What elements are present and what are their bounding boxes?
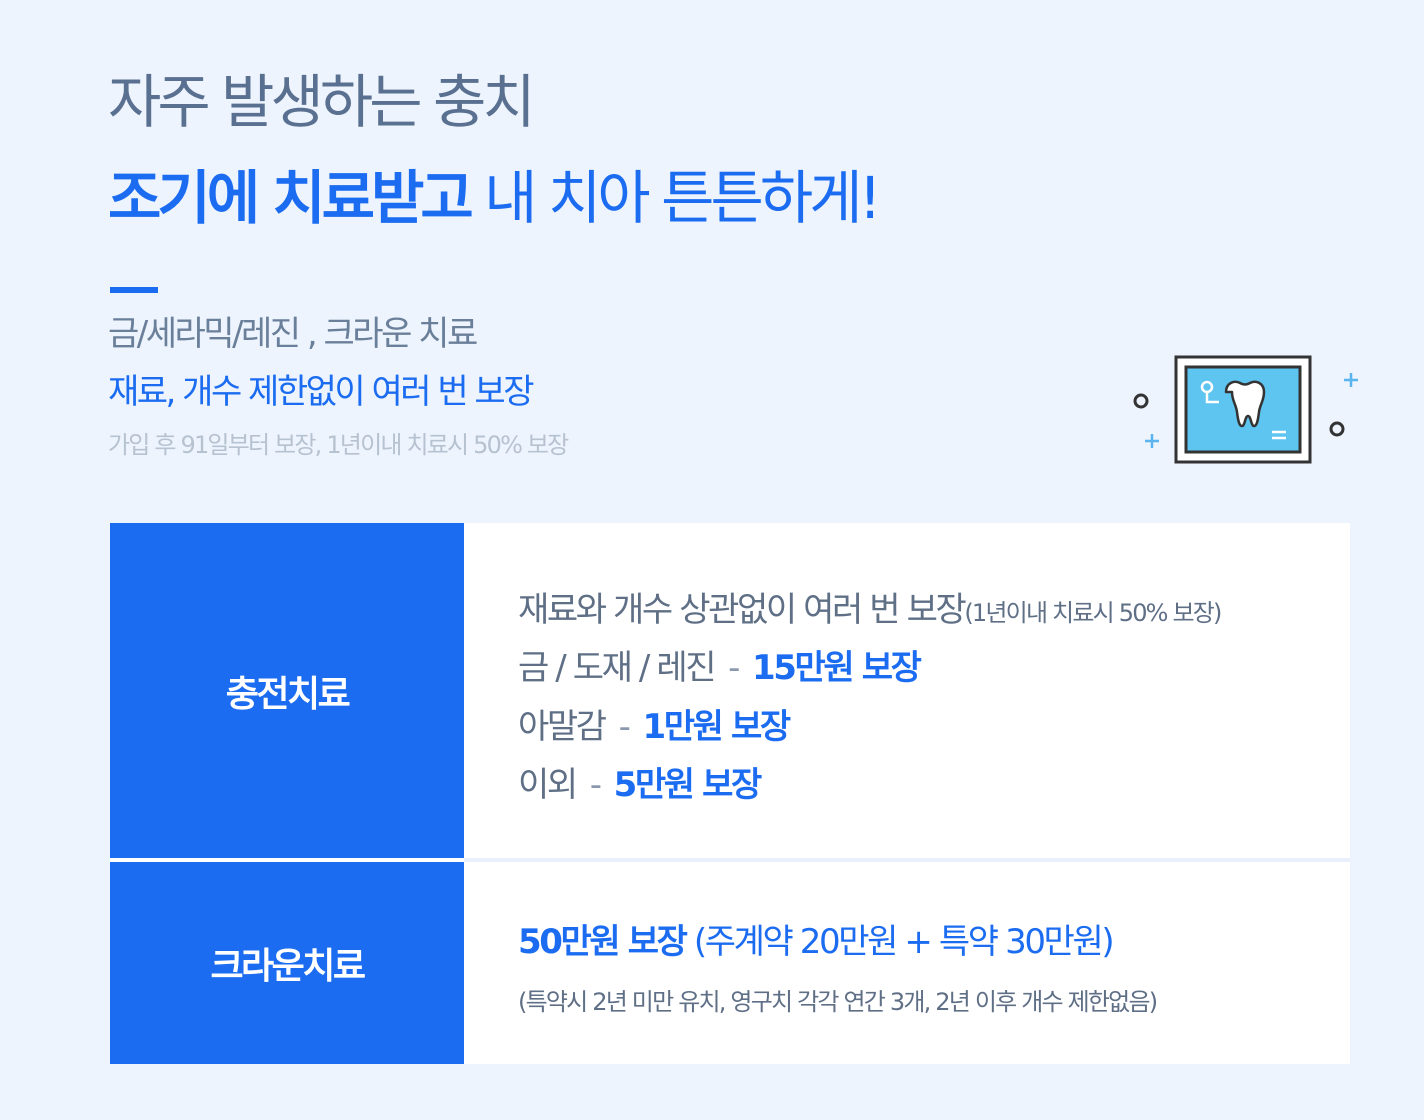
crown-detail: (주계약 20만원 + 특약 30만원) xyxy=(685,922,1115,962)
filling-item-amount: 1만원 보장 xyxy=(642,707,792,747)
crown-note: (특약시 2년 미만 유치, 영구치 각각 연간 3개, 2년 이후 개수 제한… xyxy=(518,988,1158,1016)
tooth-xray-monitor-icon xyxy=(1130,350,1360,470)
row-content-filling: 재료와 개수 상관없이 여러 번 보장(1년이내 치료시 50% 보장) 금 /… xyxy=(464,523,1350,858)
filling-item-amount: 15만원 보장 xyxy=(752,648,922,688)
list-item: 아말감 -1만원 보장 xyxy=(518,704,792,750)
headline-line2-rest: 내 치아 튼튼하게! xyxy=(469,164,882,232)
row-label-filling: 충전치료 xyxy=(110,523,464,858)
list-item: 이외 -5만원 보장 xyxy=(518,762,763,808)
filling-item-dash: - xyxy=(618,707,631,747)
section-divider-dash xyxy=(110,287,158,293)
filling-intro-main: 재료와 개수 상관없이 여러 번 보장 xyxy=(518,590,967,630)
crown-amount: 50만원 보장 xyxy=(518,922,688,962)
filling-item-name: 이외 xyxy=(518,765,578,805)
row-content-crown: 50만원 보장 (주계약 20만원 + 특약 30만원) (특약시 2년 미만 … xyxy=(464,862,1350,1064)
filling-item-dash: - xyxy=(589,765,602,805)
row-label-crown: 크라운치료 xyxy=(110,862,464,1064)
filling-intro-note: (1년이내 치료시 50% 보장) xyxy=(964,599,1222,627)
filling-item-amount: 5만원 보장 xyxy=(613,765,763,805)
filling-item-dash: - xyxy=(728,648,740,688)
coverage-table: 충전치료 재료와 개수 상관없이 여러 번 보장(1년이내 치료시 50% 보장… xyxy=(110,523,1350,1064)
treatment-types: 금/세라믹/레진 , 크라운 치료 xyxy=(108,314,478,354)
headline-line2: 조기에 치료받고 내 치아 튼튼하게! xyxy=(108,158,882,238)
coverage-summary: 재료, 개수 제한없이 여러 번 보장 xyxy=(108,372,535,412)
filling-intro: 재료와 개수 상관없이 여러 번 보장(1년이내 치료시 50% 보장) xyxy=(518,587,1222,636)
headline-line2-bold: 조기에 치료받고 xyxy=(108,164,474,232)
table-row-crown: 크라운치료 50만원 보장 (주계약 20만원 + 특약 30만원) (특약시 … xyxy=(110,862,1350,1064)
list-item: 금 / 도재 / 레진 -15만원 보장 xyxy=(518,645,922,691)
table-row-filling: 충전치료 재료와 개수 상관없이 여러 번 보장(1년이내 치료시 50% 보장… xyxy=(110,523,1350,858)
crown-coverage: 50만원 보장 (주계약 20만원 + 특약 30만원) xyxy=(518,919,1115,965)
filling-item-name: 금 / 도재 / 레진 xyxy=(518,648,717,688)
coverage-note: 가입 후 91일부터 보장, 1년이내 치료시 50% 보장 xyxy=(108,431,569,459)
headline-line1: 자주 발생하는 충치 xyxy=(108,68,536,136)
filling-item-name: 아말감 xyxy=(518,707,607,747)
